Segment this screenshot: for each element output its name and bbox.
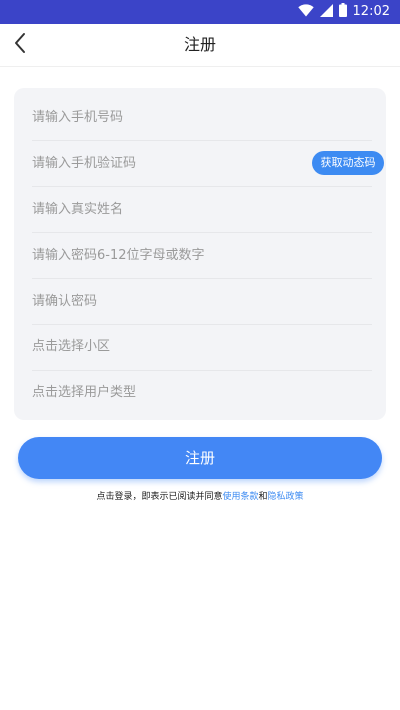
phone-input[interactable] xyxy=(32,94,292,140)
sms-code-row: 获取动态码 xyxy=(32,140,384,187)
page-title: 注册 xyxy=(183,35,216,54)
password-row xyxy=(32,232,372,279)
phone-row xyxy=(32,94,372,141)
get-code-button[interactable]: 获取动态码 xyxy=(312,151,384,175)
chevron-left-icon xyxy=(13,32,27,58)
real-name-input[interactable] xyxy=(32,186,292,232)
agreement-prefix: 点击登录，即表示已阅读并同意 xyxy=(96,492,223,502)
community-select-row[interactable]: 点击选择小区 xyxy=(32,324,372,371)
confirm-password-row xyxy=(32,278,372,325)
back-button[interactable] xyxy=(4,28,36,62)
sms-code-input[interactable] xyxy=(32,140,292,186)
agreement-and: 和 xyxy=(258,492,268,502)
wifi-icon xyxy=(297,3,314,21)
cellular-signal-icon xyxy=(319,3,333,21)
register-button[interactable]: 注册 xyxy=(18,437,382,479)
privacy-link[interactable]: 隐私政策 xyxy=(268,492,304,502)
battery-icon xyxy=(338,3,347,21)
terms-link[interactable]: 使用条款 xyxy=(222,492,258,502)
real-name-row xyxy=(32,186,372,233)
registration-form: 获取动态码 点击选择小区 点击选择用户类型 xyxy=(14,88,386,420)
password-input[interactable] xyxy=(32,232,292,278)
confirm-password-input[interactable] xyxy=(32,278,292,324)
user-type-select-row[interactable]: 点击选择用户类型 xyxy=(32,370,372,416)
agreement-text: 点击登录，即表示已阅读并同意使用条款和隐私政策 xyxy=(0,490,400,504)
status-time: 12:02 xyxy=(352,4,390,19)
status-bar: 12:02 xyxy=(0,0,400,24)
app-bar: 注册 xyxy=(0,24,400,67)
community-select[interactable]: 点击选择小区 xyxy=(32,324,110,370)
status-icons: 12:02 xyxy=(297,3,390,21)
user-type-select[interactable]: 点击选择用户类型 xyxy=(32,370,136,416)
